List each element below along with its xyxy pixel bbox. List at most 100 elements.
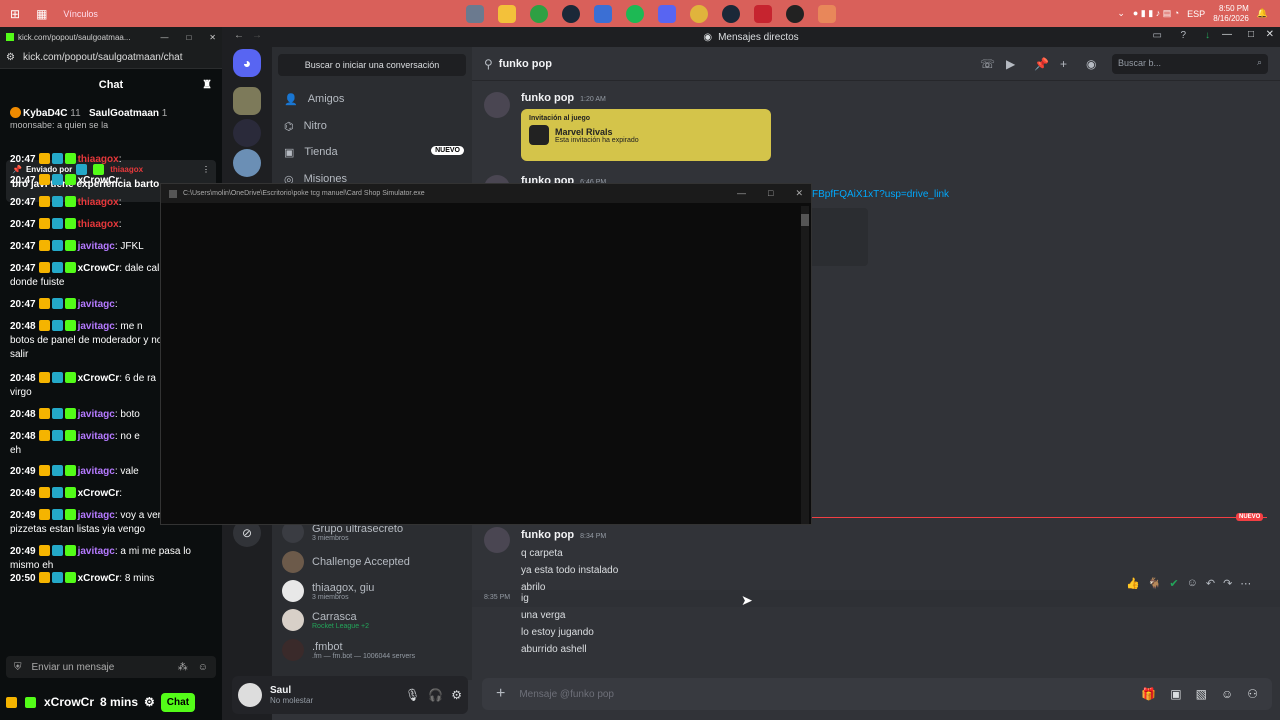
maximize-icon[interactable]: □ <box>768 188 773 199</box>
message-author[interactable]: funko pop <box>521 529 574 541</box>
message-user[interactable]: javitagc <box>78 510 115 521</box>
nav-nitro[interactable]: ⌬ Nitro <box>284 114 327 138</box>
message-user[interactable]: javitagc <box>78 466 115 477</box>
dm-item[interactable]: Carrasca Rocket League +2 <box>282 609 369 631</box>
scroll-thumb[interactable] <box>801 214 809 226</box>
message-user[interactable]: javitagc <box>78 409 115 420</box>
explorer-app-icon[interactable] <box>498 4 516 23</box>
discord-app-icon[interactable] <box>658 4 676 23</box>
emoji-icon[interactable]: ☺ <box>198 662 208 673</box>
apps-icon[interactable]: ⚇ <box>1247 687 1258 701</box>
chrome-app-icon[interactable] <box>690 4 708 23</box>
spotify-app-icon[interactable] <box>626 4 644 23</box>
message-user[interactable]: xCrowCr <box>78 373 120 384</box>
chat-settings-icon[interactable]: ⚙ <box>144 695 155 709</box>
avatar[interactable] <box>484 92 510 118</box>
language-indicator[interactable]: ESP <box>1187 9 1205 19</box>
maximize-icon[interactable]: □ <box>186 33 191 42</box>
reaction-icon[interactable]: 🐐 <box>1148 577 1162 590</box>
microphone-icon[interactable]: 🎙 <box>405 688 420 702</box>
message-user[interactable]: thiaagox <box>78 154 119 165</box>
server-icon-1[interactable] <box>233 87 261 115</box>
gif-icon[interactable]: ▣ <box>1170 687 1181 701</box>
close-icon[interactable]: ✕ <box>209 33 216 42</box>
dm-item[interactable]: thiaagox, giu 3 miembros <box>282 580 374 602</box>
forward-arrow-icon[interactable]: → <box>252 30 262 41</box>
game-app-icon[interactable] <box>818 4 836 23</box>
sticker-icon[interactable]: ▧ <box>1196 687 1207 701</box>
message-user[interactable]: javitagc <box>78 321 115 332</box>
video-call-icon[interactable]: ▶ <box>1006 57 1015 71</box>
gift-icon[interactable]: 🎁 <box>1141 687 1156 701</box>
message-user[interactable]: javitagc <box>78 299 115 310</box>
discord-home-icon[interactable]: ◕ <box>233 49 261 77</box>
kick-url-bar[interactable]: ⚙ kick.com/popout/saulgoatmaan/chat <box>0 47 222 69</box>
chat-users-icon[interactable]: ♜ <box>202 78 212 91</box>
server-icon-2[interactable] <box>233 119 261 147</box>
close-icon[interactable]: ✕ <box>795 188 803 199</box>
tray-chevron-icon[interactable]: ⌄ <box>1117 8 1125 19</box>
message-user[interactable]: thiaagox <box>78 197 119 208</box>
message-user[interactable]: xCrowCr <box>78 263 120 274</box>
add-friends-icon[interactable]: + <box>1060 57 1067 71</box>
search-conversation-button[interactable]: Buscar o iniciar una conversación <box>278 54 466 76</box>
voice-call-icon[interactable]: ☏ <box>980 57 995 71</box>
drive-link[interactable]: FBpfFQAiX1xT?usp=drive_link <box>812 189 949 200</box>
message-input[interactable]: + Mensaje @funko pop 🎁 ▣ ▧ ☺ ⚇ <box>482 678 1272 710</box>
maximize-icon[interactable]: □ <box>1248 29 1254 40</box>
links-label[interactable]: Vínculos <box>63 9 98 19</box>
tray-icons[interactable]: ● ▮ ▮ ♪ ▤ ◔ <box>1133 8 1179 19</box>
nav-friends[interactable]: 👤 Amigos <box>284 87 344 111</box>
steam-app-icon-2[interactable] <box>722 4 740 23</box>
reply-icon[interactable]: ↶ <box>1206 577 1215 590</box>
dm-item[interactable]: .fmbot .fm — fm.bot — 1006044 servers <box>282 639 415 661</box>
photos-app-icon[interactable] <box>466 4 484 23</box>
chat-send-button[interactable]: Chat <box>160 692 196 712</box>
translate-icon[interactable]: ⁂ <box>178 662 188 673</box>
add-attachment-icon[interactable]: + <box>496 685 505 703</box>
red-app-icon[interactable] <box>754 4 772 23</box>
minimize-icon[interactable]: — <box>1222 29 1232 40</box>
profile-icon[interactable]: ◉ <box>1086 57 1096 71</box>
dm-item[interactable]: Challenge Accepted <box>282 551 410 573</box>
steam-app-icon[interactable] <box>562 4 580 23</box>
minimize-icon[interactable]: — <box>737 188 746 199</box>
terminal-window[interactable]: C:\Users\molin\OneDrive\Escritorio\poke … <box>160 183 812 525</box>
back-arrow-icon[interactable]: ← <box>234 30 244 41</box>
message-user[interactable]: thiaagox <box>78 219 119 230</box>
site-settings-icon[interactable]: ⚙ <box>6 52 15 63</box>
kick-chat-input[interactable]: ⛨ Enviar un mensaje ⁂ ☺ <box>6 656 216 678</box>
emoji-icon[interactable]: ☺ <box>1221 687 1233 701</box>
search-input[interactable]: Buscar b... ⌕ <box>1112 54 1268 74</box>
server-icon-3[interactable] <box>233 149 261 177</box>
message-user[interactable]: xCrowCr <box>78 488 120 499</box>
message-user[interactable]: javitagc <box>78 241 115 252</box>
task-view-icon[interactable]: ▦ <box>36 7 47 21</box>
check-icon[interactable]: ✔ <box>1169 577 1178 590</box>
headphones-icon[interactable]: 🎧 <box>428 688 443 702</box>
add-reaction-icon[interactable]: ☺ <box>1187 577 1198 590</box>
message-author[interactable]: funko pop <box>521 92 574 104</box>
settings-icon[interactable]: ⚙ <box>451 688 462 702</box>
close-icon[interactable]: ✕ <box>1266 29 1274 40</box>
avatar[interactable] <box>484 527 510 553</box>
xbox-app-icon[interactable] <box>530 4 548 23</box>
message-user[interactable]: javitagc <box>78 431 115 442</box>
message-user[interactable]: javitagc <box>78 546 115 557</box>
message-user[interactable]: xCrowCr <box>78 573 120 584</box>
download-icon[interactable]: ↓ <box>1205 30 1210 41</box>
more-icon[interactable]: ⋯ <box>1240 577 1251 590</box>
forward-icon[interactable]: ↷ <box>1223 577 1232 590</box>
help-icon[interactable]: ? <box>1180 30 1186 41</box>
minimize-icon[interactable]: — <box>160 33 168 42</box>
message-user[interactable]: xCrowCr <box>78 175 120 186</box>
user-avatar[interactable] <box>238 683 262 707</box>
pin-icon[interactable]: 📌 <box>1034 57 1049 71</box>
obs-app-icon[interactable] <box>786 4 804 23</box>
network-app-icon[interactable] <box>594 4 612 23</box>
inbox-icon[interactable]: ▭ <box>1153 30 1162 41</box>
thumbs-up-icon[interactable]: 👍 <box>1126 577 1140 590</box>
notification-icon[interactable]: 🔔 <box>1257 8 1268 19</box>
nav-store[interactable]: ▣ Tienda NUEVO <box>284 140 464 164</box>
scrollbar[interactable] <box>801 206 809 524</box>
